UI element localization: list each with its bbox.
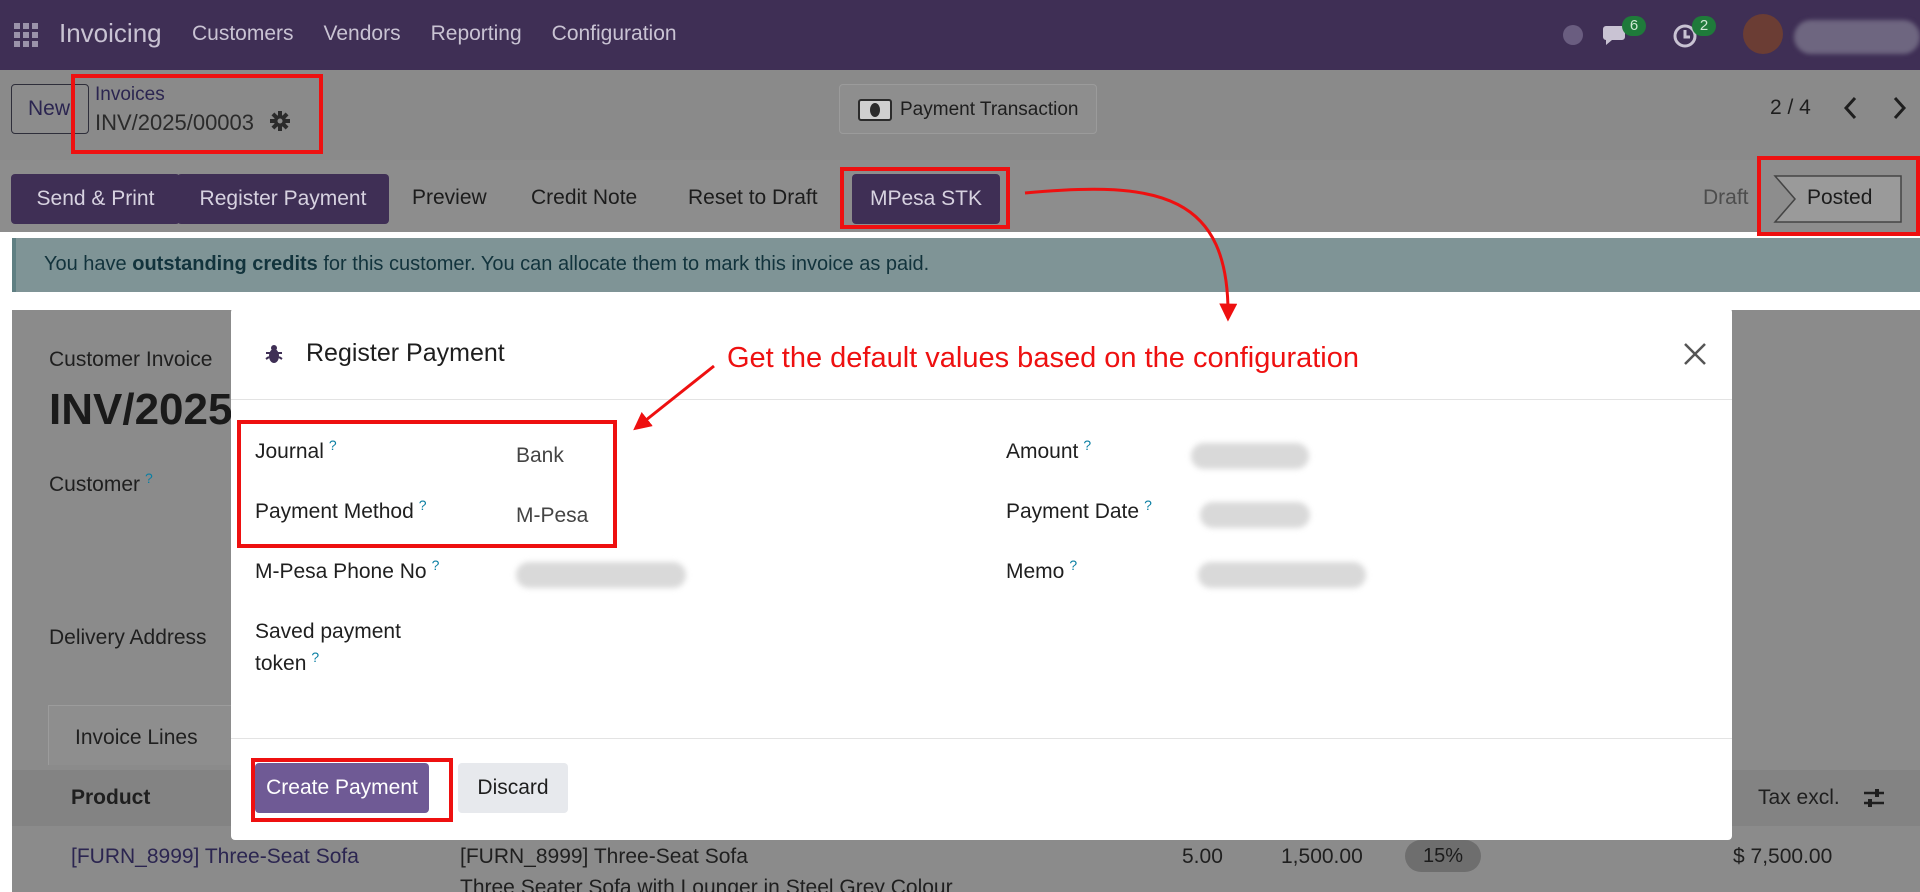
payment-date-field[interactable]: [1200, 502, 1310, 528]
user-name-blurred[interactable]: [1794, 20, 1920, 54]
doc-number: INV/2025: [49, 385, 233, 434]
amount-label-text: Amount: [1006, 440, 1079, 463]
chevron-right-icon[interactable]: [1888, 94, 1910, 122]
delivery-address-label: Delivery Address: [49, 626, 207, 649]
menu-vendors[interactable]: Vendors: [324, 22, 401, 46]
col-tax-excl[interactable]: Tax excl.: [1758, 786, 1840, 810]
help-icon[interactable]: ?: [145, 470, 153, 486]
outstanding-credits-alert: You have outstanding credits for this cu…: [12, 238, 1920, 292]
dialog-title: Register Payment: [306, 339, 505, 367]
help-icon[interactable]: ?: [1069, 557, 1077, 573]
user-avatar[interactable]: [1743, 14, 1783, 54]
register-payment-button[interactable]: Register Payment: [177, 174, 389, 224]
payment-date-label: Payment Date?: [1006, 496, 1152, 529]
memo-label-text: Memo: [1006, 560, 1065, 583]
bug-icon[interactable]: [265, 344, 283, 364]
money-icon: [858, 99, 892, 121]
top-navbar: Invoicing Customers Vendors Reporting Co…: [0, 0, 1920, 70]
alert-suffix: for this customer. You can allocate them…: [317, 253, 930, 275]
preview-button[interactable]: Preview: [412, 186, 487, 210]
line-total: $ 7,500.00: [1733, 845, 1833, 868]
saved-token-label-line2: token: [255, 652, 307, 675]
alert-prefix: You have: [44, 253, 133, 275]
amount-field[interactable]: [1191, 443, 1309, 469]
highlight-posted: [1757, 156, 1920, 236]
discard-button[interactable]: Discard: [458, 763, 568, 813]
alert-text: You have outstanding credits for this cu…: [44, 253, 929, 276]
customer-label: Customer?: [49, 470, 153, 497]
dialog-footer: Create Payment Discard: [231, 738, 1732, 840]
line-price[interactable]: 1,500.00: [1281, 845, 1363, 869]
memo-field[interactable]: [1198, 562, 1366, 588]
messages-badge: 6: [1622, 16, 1646, 36]
col-product[interactable]: Product: [71, 786, 150, 810]
highlight-mpesa-stk: [840, 167, 1010, 229]
column-settings-icon[interactable]: [1862, 786, 1886, 810]
status-draft[interactable]: Draft: [1703, 186, 1749, 210]
customer-label-text: Customer: [49, 473, 141, 496]
register-payment-dialog: Register Payment Journal? Bank Payment M…: [231, 308, 1732, 840]
menu-reporting[interactable]: Reporting: [431, 22, 522, 46]
mpesa-phone-label-text: M-Pesa Phone No: [255, 560, 427, 583]
tab-invoice-lines[interactable]: Invoice Lines: [48, 705, 248, 765]
status-dot-icon[interactable]: [1563, 25, 1583, 45]
line-description[interactable]: Three Seater Sofa with Lounger in Steel …: [460, 876, 953, 892]
memo-label: Memo?: [1006, 556, 1077, 589]
line-quantity[interactable]: 5.00: [1182, 845, 1223, 869]
payment-transaction-button[interactable]: Payment Transaction: [839, 84, 1097, 134]
menu-customers[interactable]: Customers: [192, 22, 294, 46]
apps-grid-icon[interactable]: [14, 23, 38, 47]
highlight-create-payment: [251, 758, 453, 822]
payment-date-label-text: Payment Date: [1006, 500, 1140, 523]
annotation-text: Get the default values based on the conf…: [727, 342, 1359, 374]
main-menu: Customers Vendors Reporting Configuratio…: [192, 22, 677, 46]
activities-badge: 2: [1692, 16, 1716, 36]
highlight-breadcrumb: [71, 74, 323, 154]
menu-configuration[interactable]: Configuration: [552, 22, 677, 46]
chevron-left-icon[interactable]: [1840, 94, 1862, 122]
line-label[interactable]: [FURN_8999] Three-Seat Sofa: [460, 845, 748, 869]
app-brand[interactable]: Invoicing: [59, 18, 162, 49]
line-product[interactable]: [FURN_8999] Three-Seat Sofa: [71, 845, 359, 869]
credit-note-button[interactable]: Credit Note: [531, 186, 637, 210]
highlight-journal-method: [237, 420, 617, 548]
tab-invoice-lines-label: Invoice Lines: [75, 726, 198, 749]
close-icon[interactable]: [1683, 342, 1707, 366]
help-icon[interactable]: ?: [1083, 437, 1091, 453]
pager-value[interactable]: 2 / 4: [1770, 96, 1811, 120]
saved-token-label: Saved payment token?: [255, 616, 401, 681]
help-icon[interactable]: ?: [432, 557, 440, 573]
help-icon[interactable]: ?: [311, 649, 319, 665]
help-icon[interactable]: ?: [1144, 497, 1152, 513]
outstanding-credits-link[interactable]: outstanding credits: [132, 253, 318, 275]
mpesa-phone-field[interactable]: [516, 562, 686, 588]
reset-to-draft-button[interactable]: Reset to Draft: [688, 186, 818, 210]
doc-type-label: Customer Invoice: [49, 348, 213, 371]
amount-label: Amount?: [1006, 436, 1091, 469]
line-tax-badge[interactable]: 15%: [1405, 840, 1481, 872]
send-print-button[interactable]: Send & Print: [11, 174, 180, 224]
mpesa-phone-label: M-Pesa Phone No?: [255, 556, 439, 589]
saved-token-label-line1: Saved payment: [255, 620, 401, 643]
payment-transaction-label: Payment Transaction: [900, 99, 1079, 120]
